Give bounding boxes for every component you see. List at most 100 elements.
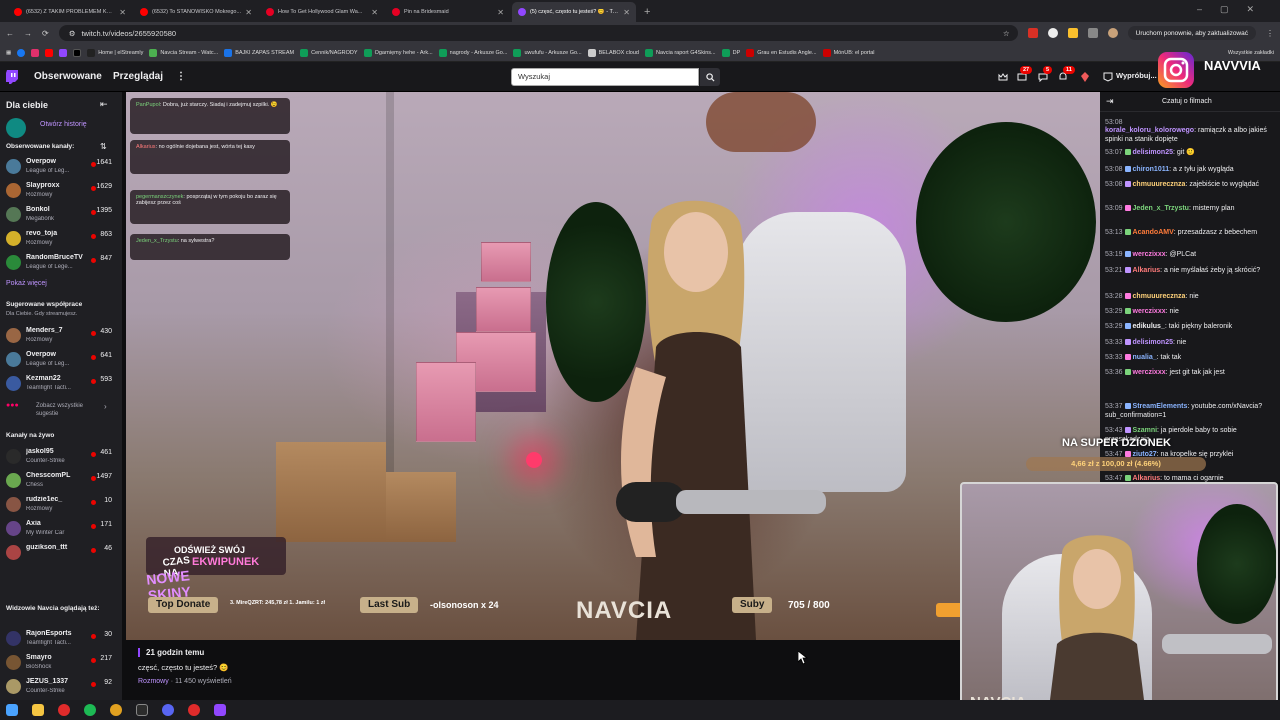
chat-username[interactable]: werczixxx (1133, 308, 1166, 315)
chat-username[interactable]: chmuuurecznza (1133, 181, 1186, 188)
opera-icon[interactable] (58, 704, 70, 716)
chat-username[interactable]: delisimon25 (1133, 339, 1173, 346)
search-button[interactable] (700, 68, 720, 86)
video-player[interactable]: PanPupol: Dobra, już starczy. Siadaj i z… (126, 92, 1100, 640)
chat-username[interactable]: chiron1011 (1133, 166, 1170, 173)
see-all-suggestions-link[interactable]: Zobacz wszystkie sugestie (36, 402, 100, 418)
chrome-icon[interactable] (110, 704, 122, 716)
bookmark-item[interactable]: Navcia raport G4Skins... (644, 48, 716, 57)
sort-icon[interactable]: ⇅ (100, 142, 107, 151)
menu-dots-icon[interactable]: ⋮ (1266, 29, 1274, 38)
update-button[interactable]: Uruchom ponownie, aby zaktualizować (1127, 26, 1256, 40)
discord-icon[interactable] (162, 704, 174, 716)
browser-tab[interactable]: How To Get Hollywood Glam Wa... ✕ (260, 2, 384, 22)
sidebar-channel[interactable]: Slayproxx Rozmowy 1629 (6, 180, 116, 202)
sidebar-channel[interactable]: Overpow League of Leg... 641 (6, 349, 116, 371)
facebook-icon[interactable] (17, 48, 26, 57)
bookmark-item[interactable]: Grau en Estudis Angle... (746, 48, 817, 57)
close-tab-icon[interactable]: ✕ (245, 8, 252, 17)
tiktok-icon[interactable] (73, 48, 82, 57)
prime-icon[interactable] (1103, 72, 1113, 82)
url-field[interactable]: ⚙ twitch.tv/videos/2655920580 ☆ (58, 25, 1018, 41)
bookmark-item[interactable]: MónUB: el portal (822, 48, 875, 57)
search-input[interactable]: Wyszukaj (511, 68, 699, 86)
chat-username[interactable]: Jeden_x_Trzystu (1133, 205, 1189, 212)
bits-icon[interactable] (1080, 72, 1090, 82)
site-info-icon[interactable]: ⚙ (69, 29, 76, 38)
bookmark-item[interactable]: Home | elStreamly (87, 48, 143, 57)
browser-tab[interactable]: (6532) Z TAKIM PROBLEMEM KOY... ✕ (8, 2, 132, 22)
expand-chat-icon[interactable]: ⇥ (1106, 96, 1114, 107)
chevron-right-icon[interactable]: › (104, 402, 107, 411)
open-history-link[interactable]: Otwórz historię (40, 121, 87, 128)
instagram-icon[interactable] (31, 48, 40, 57)
sidebar-channel[interactable]: rudzie1ec_ Rozmowy 10 (6, 494, 116, 516)
chat-username[interactable]: StreamElements (1133, 403, 1188, 410)
sidebar-channel[interactable]: jaskol95 Counter-Strike 461 (6, 446, 116, 468)
sidebar-channel[interactable]: RajonEsports Teamfight Tacti... 30 (6, 628, 116, 650)
sidebar-channel[interactable]: JEZUS_1337 Counter-Strike 92 (6, 676, 116, 698)
bookmark-item[interactable]: Cennik/NAGRODY (300, 48, 358, 57)
bookmark-item[interactable]: Navcia Stream - Watc... (149, 48, 218, 57)
chat-username[interactable]: delisimon25 (1133, 149, 1173, 156)
close-tab-icon[interactable]: ✕ (119, 8, 126, 17)
back-icon[interactable]: ← (6, 29, 14, 38)
obs-icon[interactable] (188, 704, 200, 716)
close-tab-icon[interactable]: ✕ (371, 8, 378, 17)
bookmark-item[interactable]: nagrody - Arkusze Go... (438, 48, 507, 57)
collapse-sidebar-icon[interactable]: ⇤ (100, 99, 108, 110)
puzzle-icon[interactable] (1087, 28, 1098, 38)
sidebar-channel[interactable]: guzikson_ttt 46 (6, 542, 116, 564)
window-controls[interactable]: –▢✕ (1197, 4, 1272, 15)
forward-icon[interactable]: → (24, 29, 32, 38)
chat-username[interactable]: chmuuurecznza (1133, 293, 1186, 300)
chat-username[interactable]: werczixxx (1133, 369, 1166, 376)
nav-browse[interactable]: Przeglądaj (113, 71, 163, 82)
bookmark-star-icon[interactable]: ☆ (1003, 29, 1010, 38)
bookmark-item[interactable]: BELABOX cloud (587, 48, 639, 57)
sidebar-channel[interactable]: RandomBruceTV League of Lege... 847 (6, 252, 116, 274)
bookmark-item[interactable]: Ogarnięmy hehe - Ark... (363, 48, 433, 57)
extension-icon[interactable] (1027, 28, 1038, 38)
sidebar-channel[interactable]: ChesscomPL Chess 1497 (6, 470, 116, 492)
crown-icon[interactable] (998, 72, 1008, 82)
chat-username[interactable]: edikulus_ (1133, 323, 1165, 330)
sidebar-channel[interactable]: Kezman22 Teamfight Tacti... 593 (6, 373, 116, 395)
new-tab-button[interactable]: + (638, 2, 656, 22)
sidebar-channel[interactable]: Bonkol Megabonk 1395 (6, 204, 116, 226)
bookmark-item[interactable]: DP (721, 48, 740, 57)
profile-avatar[interactable] (1107, 28, 1118, 38)
file-explorer-icon[interactable] (32, 704, 44, 716)
video-category-link[interactable]: Rozmowy (138, 678, 169, 685)
bookmark-item[interactable]: uwufufu - Arkusze Go... (513, 48, 582, 57)
close-tab-icon[interactable]: ✕ (497, 8, 504, 17)
close-tab-icon[interactable]: ✕ (623, 8, 630, 17)
chat-username[interactable]: nualia_ (1133, 354, 1157, 361)
sidebar-channel[interactable]: Smayro BioShock 217 (6, 652, 116, 674)
sidebar-channel[interactable]: Menders_7 Rozmowy 430 (6, 325, 116, 347)
chat-username[interactable]: korale_koloru_kolorowego (1105, 127, 1194, 134)
twitch-logo-icon[interactable] (6, 70, 18, 84)
extension-icon[interactable] (1047, 28, 1058, 38)
chat-username[interactable]: werczixxx (1133, 251, 1166, 258)
terminal-icon[interactable] (136, 704, 148, 716)
start-icon[interactable] (6, 704, 18, 716)
more-dots-icon[interactable]: ⋮ (176, 71, 186, 82)
chat-username[interactable]: AcandoAMV (1133, 229, 1174, 236)
twitch-app-icon[interactable] (214, 704, 226, 716)
sidebar-channel[interactable]: revo_toja Rozmowy 863 (6, 228, 116, 250)
chat-username[interactable]: Alkarius (1133, 267, 1161, 274)
youtube-icon[interactable] (45, 48, 54, 57)
browser-tab[interactable]: Pin na Bridesmaid ✕ (386, 2, 510, 22)
twitch-icon[interactable] (59, 48, 68, 57)
browser-tab-active[interactable]: (5) częsć, często tu jesteś? 😊 - Tw... ✕ (512, 2, 636, 22)
chat-username[interactable]: Szamni (1133, 427, 1158, 434)
reload-icon[interactable]: ⟳ (42, 29, 49, 38)
nav-following[interactable]: Obserwowane (34, 71, 102, 82)
apps-icon[interactable]: ▦ (6, 50, 11, 56)
extension-icon[interactable] (1067, 28, 1078, 38)
spotify-icon[interactable] (84, 704, 96, 716)
bookmark-item[interactable]: BAJKI ZAPAS STREAM (224, 48, 294, 57)
ad-free-button[interactable]: Wypróbuj... (1116, 71, 1157, 80)
sidebar-channel[interactable]: Axia My Winter Car 171 (6, 518, 116, 540)
